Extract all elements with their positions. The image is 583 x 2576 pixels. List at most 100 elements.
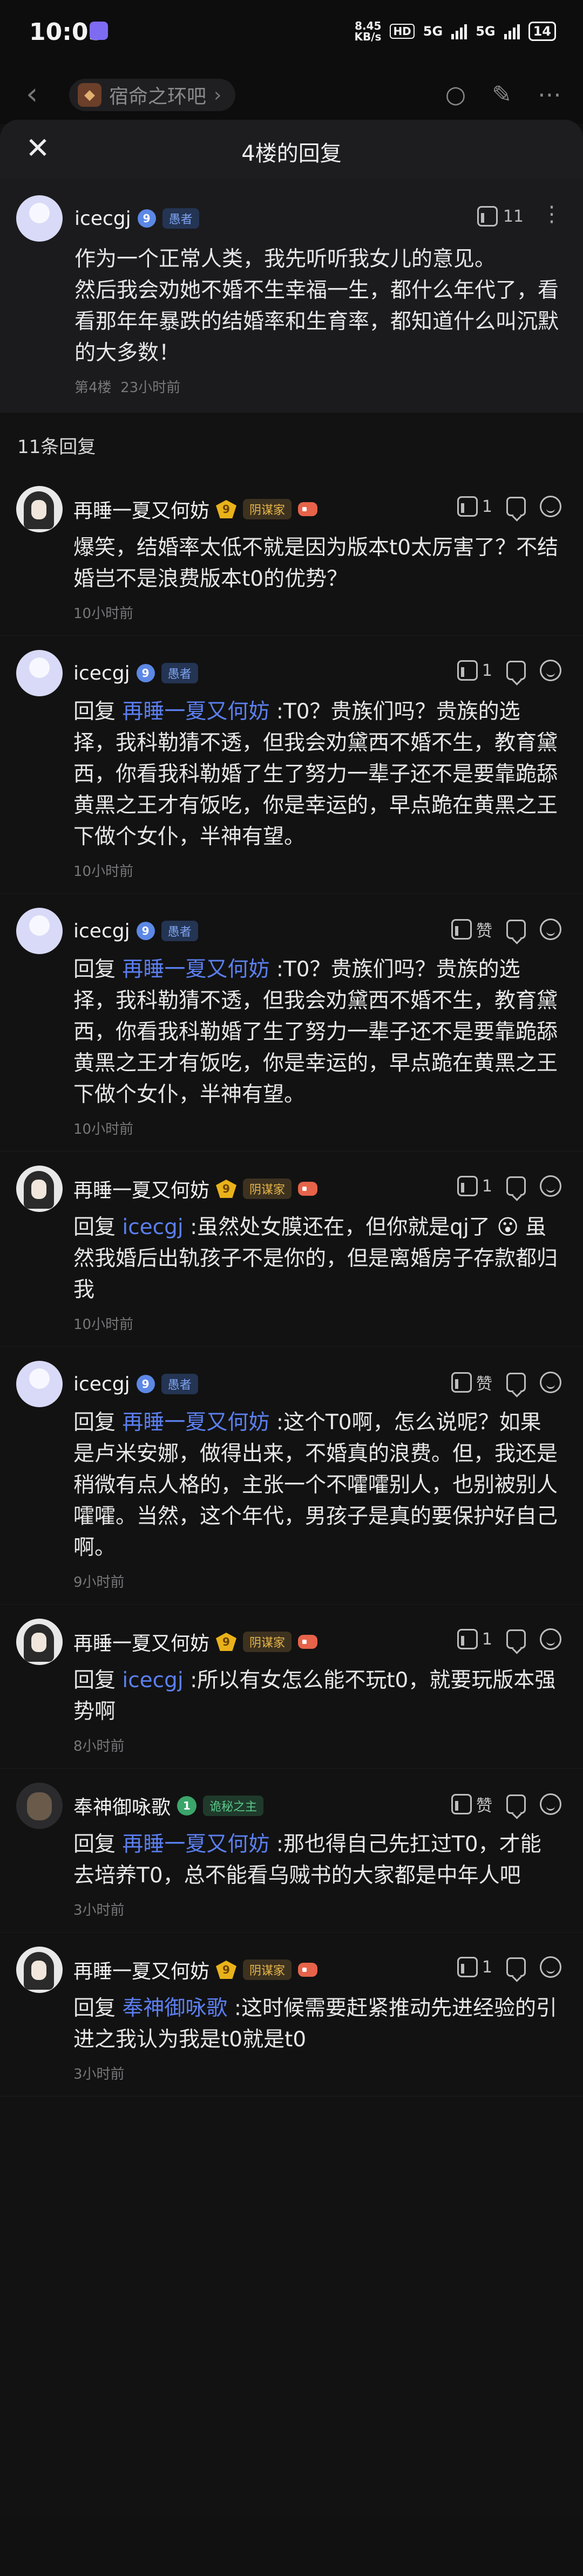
mention-link[interactable]: 再睡一夏又何妨 — [122, 1410, 269, 1435]
like-button[interactable]: 1 — [457, 660, 492, 681]
like-button[interactable]: 赞 — [451, 917, 492, 941]
reply-item[interactable]: 再睡一夏又何妨 9 阴谋家 1 回复 icecgj :所以有女怎么能不玩t0，就要玩版本… — [0, 1605, 583, 1769]
thumb-down-icon[interactable] — [506, 661, 526, 680]
forum-name: 宿命之环吧 — [109, 86, 207, 108]
net-speed: 8.45 KB/s — [354, 20, 381, 42]
more-icon[interactable]: ⋯ — [538, 81, 561, 108]
username[interactable]: icecgj — [73, 920, 130, 942]
avatar[interactable] — [16, 1947, 63, 1993]
avatar[interactable] — [16, 195, 63, 242]
username[interactable]: 再睡一夏又何妨 — [73, 495, 209, 523]
thumb-down-icon[interactable] — [506, 497, 526, 516]
signal-icon-2 — [504, 23, 520, 39]
user-tag: 阴谋家 — [243, 1632, 292, 1652]
username[interactable]: 再睡一夏又何妨 — [73, 1628, 209, 1656]
avatar[interactable] — [16, 1166, 63, 1212]
like-button[interactable]: 11 — [477, 206, 524, 227]
reply-text: 回复 奉神御咏歌 :这时候需要赶紧推动先进经验的引进之我认为我是t0就是t0 — [73, 1993, 561, 2056]
mention-link[interactable]: 再睡一夏又何妨 — [122, 1832, 269, 1856]
avatar[interactable] — [16, 1361, 63, 1407]
reply-item[interactable]: 再睡一夏又何妨 9 阴谋家 1 回复 奉神御咏歌 :这时候需要赶紧推动先进经验的引进之我… — [0, 1933, 583, 2097]
user-tag: 愚者 — [161, 1374, 198, 1394]
emoji-reaction-icon[interactable] — [540, 1793, 561, 1815]
thumb-down-icon[interactable] — [506, 1629, 526, 1649]
user-tag: 愚者 — [161, 921, 198, 941]
reply-text: 回复 再睡一夏又何妨 :那也得自己先扛过T0，才能去培养T0，总不能看乌贼书的大… — [73, 1829, 561, 1892]
thumb-down-icon[interactable] — [506, 920, 526, 939]
thumb-down-icon[interactable] — [506, 1373, 526, 1392]
reply-prefix: 回复 — [73, 1996, 123, 2020]
thumb-down-icon[interactable] — [506, 1176, 526, 1196]
mention-link[interactable]: icecgj — [122, 1668, 183, 1693]
game-controller-icon — [298, 1635, 318, 1649]
emoji-reaction-icon[interactable] — [540, 1956, 561, 1978]
post-text: 作为一个正常人类，我先听听我女儿的意见。 然后我会劝她不婚不生幸福一生，都什么年… — [74, 247, 559, 365]
username[interactable]: 奉神御咏歌 — [73, 1792, 171, 1820]
thumb-down-icon[interactable] — [506, 1957, 526, 1977]
reply-item[interactable]: icecgj 9 愚者 1 回复 再睡一夏又何妨 :T0？贵族们吗？贵族的选择，我科勒猜… — [0, 636, 583, 894]
forum-pill[interactable]: ◆ 宿命之环吧 › — [69, 79, 236, 111]
level-badge: 9 — [216, 1633, 237, 1651]
user-tag: 阴谋家 — [243, 499, 292, 519]
sheet-header: ✕ 4楼的回复 — [0, 120, 583, 179]
reply-item[interactable]: icecgj 9 愚者 赞回复 再睡一夏又何妨 :这个T0啊，怎么说呢？如果是卢米安娜… — [0, 1347, 583, 1605]
like-count: 1 — [482, 1957, 492, 1977]
thumb-up-icon — [457, 1629, 478, 1649]
reply-prefix: 回复 — [73, 700, 123, 724]
emoji-reaction-icon[interactable] — [540, 496, 561, 517]
edit-icon[interactable]: ✎ — [492, 81, 512, 108]
emoji-reaction-icon[interactable] — [540, 1372, 561, 1393]
mention-link[interactable]: icecgj — [122, 1215, 183, 1239]
username[interactable]: icecgj — [73, 1373, 130, 1395]
avatar[interactable] — [16, 650, 63, 696]
post-time: 23小时前 — [120, 380, 181, 396]
level-badge: 9 — [137, 209, 156, 228]
reply-content: 爆笑，结婚率太低不就是因为版本t0太厉害了？不结婚岂不是浪费版本t0的优势？ — [73, 536, 559, 591]
emoji-reaction-icon[interactable] — [540, 1175, 561, 1197]
mention-link[interactable]: 再睡一夏又何妨 — [122, 700, 269, 724]
like-button[interactable]: 1 — [457, 496, 492, 517]
chevron-right-icon: › — [214, 84, 222, 106]
mention-link[interactable]: 奉神御咏歌 — [122, 1996, 227, 2020]
floor-label: 第4楼 — [74, 380, 112, 396]
like-count: 赞 — [476, 922, 492, 941]
net2-label: 5G — [476, 24, 496, 39]
like-button[interactable]: 赞 — [451, 1371, 492, 1394]
username[interactable]: 再睡一夏又何妨 — [73, 1956, 209, 1984]
like-button[interactable]: 1 — [457, 1629, 492, 1649]
signal-icon — [451, 23, 467, 39]
like-button[interactable]: 1 — [457, 1176, 492, 1196]
avatar[interactable] — [16, 1783, 63, 1829]
avatar[interactable] — [16, 1619, 63, 1665]
thumb-down-icon[interactable] — [506, 1794, 526, 1814]
reply-item[interactable]: 奉神御咏歌 1 诡秘之主 赞回复 再睡一夏又何妨 :那也得自己先扛过T0，才能去培养T… — [0, 1769, 583, 1933]
more-vertical-icon[interactable]: ⋮ — [541, 202, 562, 227]
avatar[interactable] — [16, 486, 63, 532]
reply-time: 10小时前 — [73, 606, 134, 622]
level-badge: 9 — [136, 1375, 155, 1393]
like-button[interactable]: 1 — [457, 1957, 492, 1977]
reply-item[interactable]: icecgj 9 愚者 赞回复 再睡一夏又何妨 :T0？贵族们吗？贵族的选择，我科勒猜… — [0, 894, 583, 1152]
reply-actions: 1 — [457, 1628, 561, 1650]
reply-time: 9小时前 — [73, 1574, 125, 1591]
search-icon[interactable]: ○ — [445, 81, 466, 108]
like-button[interactable]: 赞 — [451, 1792, 492, 1816]
emoji-reaction-icon[interactable] — [540, 660, 561, 681]
mention-link[interactable]: 再睡一夏又何妨 — [122, 957, 269, 982]
reply-time: 10小时前 — [73, 1317, 134, 1333]
reply-time: 3小时前 — [73, 1902, 125, 1919]
username[interactable]: 再睡一夏又何妨 — [73, 1175, 209, 1203]
username[interactable]: icecgj — [74, 208, 131, 230]
avatar[interactable] — [16, 908, 63, 954]
back-icon[interactable]: ‹ — [26, 77, 38, 112]
like-count: 1 — [482, 1629, 492, 1649]
thumb-up-icon — [451, 1794, 472, 1814]
emoji-reaction-icon[interactable] — [540, 1628, 561, 1650]
user-tag: 愚者 — [162, 208, 199, 229]
username[interactable]: icecgj — [73, 662, 130, 684]
reply-item[interactable]: 再睡一夏又何妨 9 阴谋家 1 爆笑，结婚率太低不就是因为版本t0太厉害了？不结婚岂不是… — [0, 472, 583, 636]
reply-item[interactable]: 再睡一夏又何妨 9 阴谋家 1 回复 icecgj :虽然处女膜还在，但你就是qj了 😮… — [0, 1152, 583, 1347]
like-count: 1 — [482, 497, 492, 516]
emoji-reaction-icon[interactable] — [540, 919, 561, 940]
post-meta: 第4楼 23小时前 — [74, 376, 564, 396]
